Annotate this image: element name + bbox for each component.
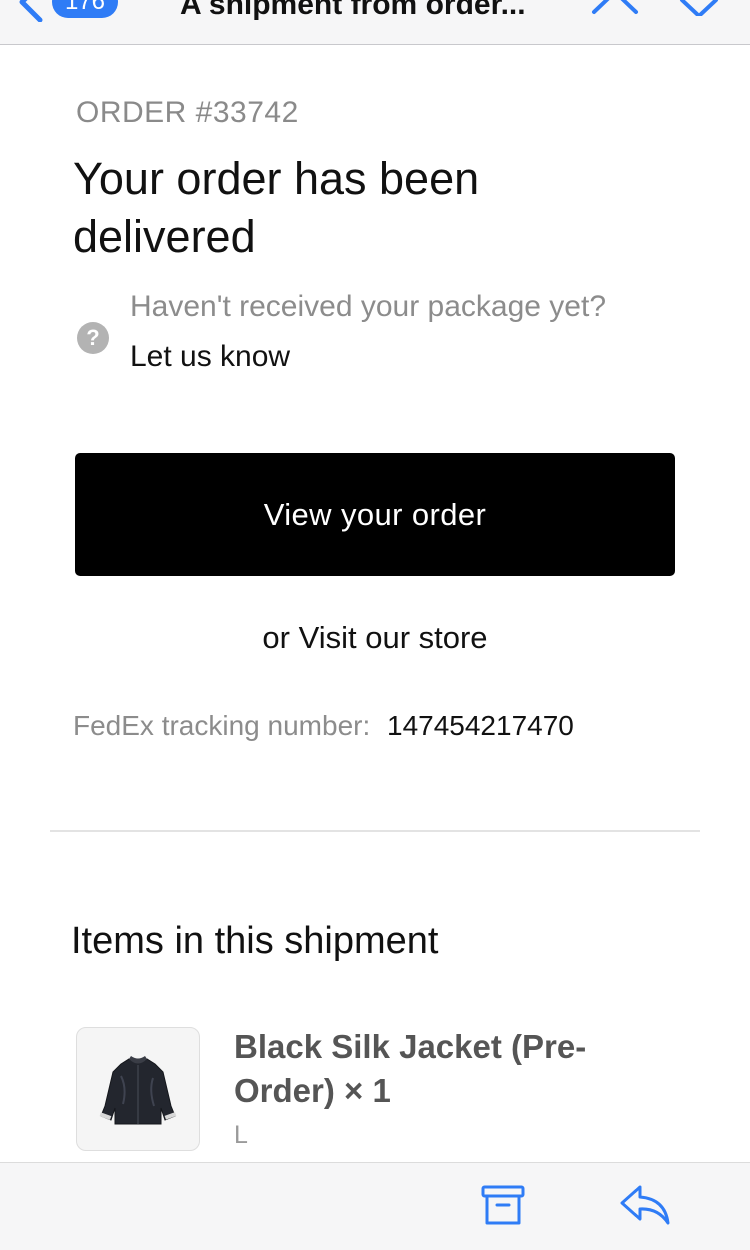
reply-button[interactable] bbox=[618, 1181, 672, 1229]
items-heading: Items in this shipment bbox=[71, 920, 439, 962]
previous-message-button[interactable] bbox=[590, 0, 640, 16]
nav-bar: 176 A shipment from order... bbox=[0, 0, 750, 45]
bottom-toolbar bbox=[0, 1162, 750, 1250]
view-order-button[interactable]: View your order bbox=[75, 453, 675, 576]
order-number: ORDER #33742 bbox=[76, 96, 299, 129]
help-question-text: Haven't received your package yet? bbox=[130, 290, 607, 323]
archive-button[interactable] bbox=[479, 1181, 527, 1229]
email-screen: 176 A shipment from order... ORDER #3374… bbox=[0, 0, 750, 1250]
chevron-up-icon bbox=[592, 0, 638, 14]
email-subject-title: A shipment from order... bbox=[180, 0, 526, 21]
visit-store-link[interactable]: or Visit our store bbox=[0, 620, 750, 656]
reply-icon bbox=[620, 1185, 670, 1225]
delivery-headline: Your order has been delivered bbox=[73, 153, 480, 262]
product-image[interactable] bbox=[76, 1027, 200, 1151]
next-message-button[interactable] bbox=[676, 0, 722, 18]
tracking-label: FedEx tracking number: bbox=[73, 710, 371, 741]
question-icon: ? bbox=[77, 322, 109, 354]
jacket-icon bbox=[99, 1056, 177, 1125]
back-button[interactable] bbox=[8, 0, 48, 23]
section-divider bbox=[50, 830, 700, 832]
archive-icon bbox=[481, 1185, 525, 1225]
tracking-number-link[interactable]: 147454217470 bbox=[387, 710, 574, 742]
chevron-down-icon bbox=[680, 0, 718, 18]
chevron-left-icon bbox=[19, 0, 43, 23]
let-us-know-link[interactable]: Let us know bbox=[130, 340, 290, 374]
unread-count-badge[interactable]: 176 bbox=[52, 0, 118, 18]
product-variant: L bbox=[234, 1121, 248, 1149]
product-name: Black Silk Jacket (Pre-Order) × 1 bbox=[234, 1028, 587, 1109]
